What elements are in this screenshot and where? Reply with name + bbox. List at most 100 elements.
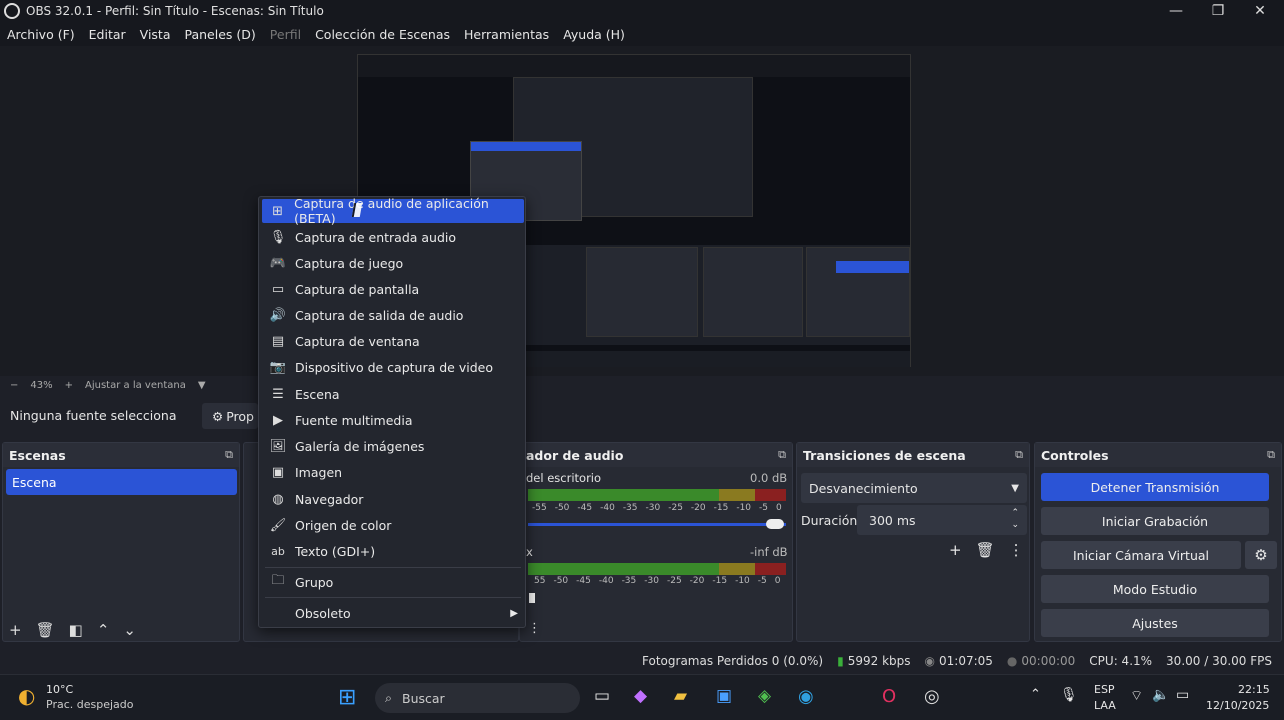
task-view-icon[interactable]: ▭	[594, 686, 610, 706]
fit-window-button[interactable]: Ajustar a la ventana	[85, 380, 186, 391]
menu-item-display-capture[interactable]: ▭ Captura de pantalla	[262, 277, 524, 301]
menu-archivo[interactable]: Archivo (F)	[7, 27, 75, 42]
close-button[interactable]: ✕	[1238, 0, 1282, 22]
window-title: OBS 32.0.1 - Perfil: Sin Título - Escena…	[26, 4, 324, 18]
menu-item-color-source[interactable]: 🖌 Origen de color	[262, 513, 524, 537]
more-icon[interactable]: ⋮	[1009, 541, 1024, 559]
no-source-label: Ninguna fuente selecciona	[10, 408, 177, 423]
app-icon[interactable]: ◈	[758, 686, 771, 706]
virtual-camera-settings-button[interactable]: ⚙	[1245, 541, 1277, 569]
menu-coleccion-escenas[interactable]: Colección de Escenas	[315, 27, 450, 42]
weather-icon[interactable]: ◐	[18, 684, 35, 708]
add-icon[interactable]: +	[9, 621, 22, 639]
fps: 30.00 / 30.00 FPS	[1166, 654, 1272, 668]
menu-item-scene[interactable]: ☰ Escena	[262, 382, 524, 406]
menu-item-window-capture[interactable]: ▤ Captura de ventana	[262, 329, 524, 353]
trash-icon[interactable]: 🗑	[976, 541, 995, 559]
list-icon: ☰	[272, 386, 284, 402]
play-icon: ▶	[273, 412, 283, 428]
opera-icon[interactable]: O	[882, 686, 896, 707]
windows-taskbar: ◐ 10°C Prac. despejado ⊞ ⌕ Buscar ▭ ◆ ▰ …	[0, 674, 1284, 720]
taskbar-search[interactable]: ⌕ Buscar	[375, 683, 580, 713]
file-explorer-icon[interactable]: ▰	[674, 686, 687, 706]
chevron-down-icon[interactable]: ⌄	[123, 621, 136, 639]
clock-time[interactable]: 22:15	[1238, 683, 1270, 696]
minimize-button[interactable]: —	[1154, 0, 1198, 22]
bitrate: 5992 kbps	[847, 654, 911, 668]
stream-status-icon: ◉	[924, 654, 935, 668]
menu-item-image[interactable]: ▣ Imagen	[262, 460, 524, 484]
menu-paneles[interactable]: Paneles (D)	[185, 27, 256, 42]
maximize-button[interactable]: ❐	[1196, 0, 1240, 22]
add-icon[interactable]: +	[949, 541, 962, 559]
edge-icon[interactable]: ◉	[798, 686, 814, 707]
window-icon: ▤	[271, 333, 285, 349]
menu-item-app-audio-capture[interactable]: ⊞ Captura de audio de aplicación (BETA)	[262, 196, 524, 226]
gear-icon: ⚙	[212, 408, 224, 424]
menu-perfil[interactable]: Perfil	[270, 27, 301, 42]
menu-item-group[interactable]: 🗀 Grupo	[262, 570, 524, 594]
speaker-icon: 🔊	[269, 307, 287, 323]
studio-mode-button[interactable]: Modo Estudio	[1041, 575, 1269, 603]
menu-item-game-capture[interactable]: 🎮 Captura de juego	[262, 251, 524, 275]
volume-icon[interactable]: 🔈	[1152, 687, 1169, 703]
duration-input[interactable]: 300 ms ⌃ ⌄	[857, 505, 1027, 535]
gamepad-icon: 🎮	[269, 255, 287, 271]
zoom-dropdown-icon[interactable]: ▼	[198, 380, 206, 391]
float-icon[interactable]: ⧉	[1267, 448, 1275, 462]
brush-icon: 🖌	[269, 517, 287, 533]
battery-icon[interactable]: ▭	[1176, 687, 1189, 703]
mixer-menu-icon[interactable]: ⋮	[528, 621, 541, 636]
folder-icon: 🗀	[271, 573, 285, 588]
gear-icon: ⚙	[1254, 546, 1268, 564]
start-virtual-camera-button[interactable]: Iniciar Cámara Virtual	[1041, 541, 1241, 569]
store-icon[interactable]: ▣	[716, 686, 732, 706]
menu-vista[interactable]: Vista	[140, 27, 171, 42]
camera-icon: 📷	[269, 359, 287, 375]
weather-temp[interactable]: 10°C	[46, 683, 73, 696]
audio-mixer-title: ador de audio	[526, 447, 624, 463]
weather-desc[interactable]: Prac. despejado	[46, 698, 133, 711]
language-bottom[interactable]: LAA	[1094, 699, 1116, 712]
stop-streaming-button[interactable]: Detener Transmisión	[1041, 473, 1269, 501]
zoom-in-button[interactable]: +	[65, 380, 73, 391]
menu-item-deprecated[interactable]: Obsoleto ▶	[262, 601, 524, 625]
language-top[interactable]: ESP	[1094, 683, 1115, 696]
menu-item-video-capture-device[interactable]: 📷 Dispositivo de captura de video	[262, 355, 524, 379]
scene-item[interactable]: Escena	[6, 469, 237, 495]
settings-button[interactable]: Ajustes	[1041, 609, 1269, 637]
trash-icon[interactable]: 🗑	[36, 621, 55, 639]
start-recording-button[interactable]: Iniciar Grabación	[1041, 507, 1269, 535]
windows-start-icon[interactable]: ⊞	[338, 685, 356, 710]
chevron-up-icon[interactable]: ⌃	[97, 621, 110, 639]
menu-item-image-slideshow[interactable]: 🖼 Galería de imágenes	[262, 434, 524, 458]
menu-item-text-gdi[interactable]: ab Texto (GDI+)	[262, 539, 524, 563]
transition-select[interactable]: Desvanecimiento ▼	[801, 473, 1027, 503]
microphone-tray-icon[interactable]: 🎙	[1060, 687, 1078, 703]
menu-item-audio-input-capture[interactable]: 🎙 Captura de entrada audio	[262, 225, 524, 249]
filter-icon[interactable]: ◧	[69, 621, 83, 639]
spin-arrows-icon[interactable]: ⌃ ⌄	[1011, 507, 1019, 531]
wifi-icon[interactable]: ⌔	[1130, 687, 1143, 705]
app-audio-icon: ⊞	[272, 203, 284, 219]
menu-ayuda[interactable]: Ayuda (H)	[563, 27, 625, 42]
tray-chevron-icon[interactable]: ⌃	[1030, 687, 1041, 702]
float-icon[interactable]: ⧉	[778, 448, 786, 462]
menu-herramientas[interactable]: Herramientas	[464, 27, 549, 42]
menu-item-browser[interactable]: ◍ Navegador	[262, 487, 524, 511]
copilot-icon[interactable]: ◆	[634, 686, 647, 706]
desktop-volume-handle[interactable]	[766, 519, 784, 529]
menu-editar[interactable]: Editar	[89, 27, 126, 42]
float-icon[interactable]: ⧉	[1015, 448, 1023, 462]
obs-taskbar-icon[interactable]: ◎	[924, 686, 940, 707]
properties-button[interactable]: ⚙ Prop	[202, 403, 258, 429]
mic-volume-handle[interactable]	[529, 593, 535, 603]
microphone-icon: 🎙	[269, 229, 287, 245]
desktop-volume-slider[interactable]	[528, 523, 786, 526]
menu-item-audio-output-capture[interactable]: 🔊 Captura de salida de audio	[262, 303, 524, 327]
float-icon[interactable]: ⧉	[225, 448, 233, 462]
zoom-out-button[interactable]: −	[10, 380, 18, 391]
globe-icon: ◍	[272, 491, 284, 507]
clock-date[interactable]: 12/10/2025	[1206, 699, 1269, 712]
menu-item-media-source[interactable]: ▶ Fuente multimedia	[262, 408, 524, 432]
